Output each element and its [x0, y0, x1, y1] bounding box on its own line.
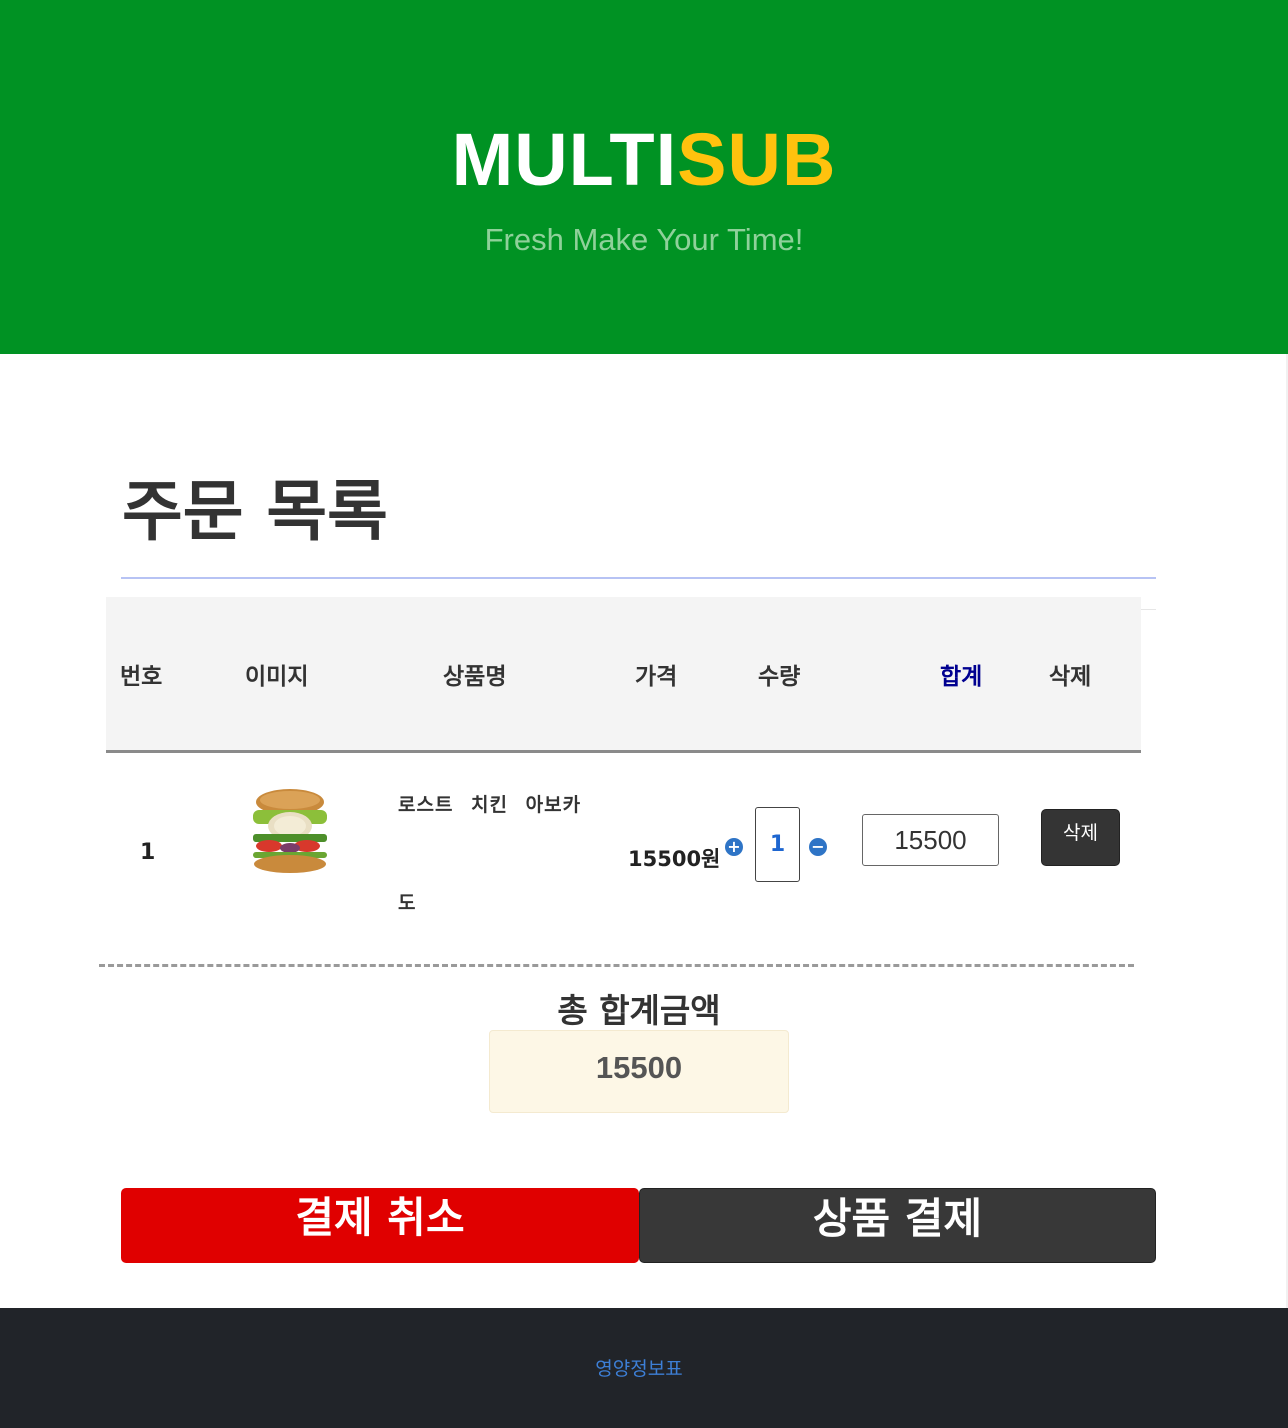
unit-price: 15500원: [628, 847, 721, 871]
dashed-divider: [99, 964, 1134, 967]
row-number: 1: [140, 840, 156, 865]
header-no: 번호: [120, 664, 163, 690]
plus-circle-icon[interactable]: +: [725, 838, 743, 856]
brand-logo[interactable]: MULTISUB: [0, 118, 1288, 202]
header-qty: 수량: [758, 664, 801, 690]
table-header: 번호 이미지 상품명 가격 수량 합계 삭제: [106, 597, 1141, 753]
total-amount: 15500: [489, 1030, 789, 1113]
logo-text-sub: SUB: [677, 118, 837, 201]
site-header: MULTISUB Fresh Make Your Time!: [0, 0, 1288, 354]
pay-button[interactable]: 상품 결제: [639, 1188, 1156, 1263]
subtotal-field[interactable]: [862, 814, 999, 866]
site-footer: 영양정보표: [0, 1308, 1288, 1428]
tagline: Fresh Make Your Time!: [484, 222, 804, 257]
header-price: 가격: [635, 664, 678, 690]
title-divider: [121, 577, 1156, 579]
page-title: 주문 목록: [122, 473, 388, 550]
header-image: 이미지: [245, 664, 309, 690]
logo-text-multi: MULTI: [451, 118, 678, 201]
minus-circle-icon[interactable]: −: [809, 838, 827, 856]
header-delete: 삭제: [1049, 664, 1092, 690]
total-label: 총 합계금액: [557, 991, 721, 1030]
product-name: 로스트 치킨 아보카 도: [398, 792, 598, 916]
nutrition-info-link[interactable]: 영양정보표: [0, 1354, 1278, 1381]
divider: [1140, 609, 1156, 610]
quantity-field[interactable]: 1: [755, 807, 800, 882]
product-name-line: 도: [398, 892, 417, 914]
product-name-line: 로스트 치킨 아보카: [398, 794, 582, 816]
sandwich-image: [253, 789, 327, 873]
delete-button[interactable]: 삭제: [1041, 809, 1120, 866]
cancel-payment-button[interactable]: 결제 취소: [121, 1188, 639, 1263]
header-total: 합계: [940, 664, 983, 690]
header-name: 상품명: [443, 664, 507, 690]
